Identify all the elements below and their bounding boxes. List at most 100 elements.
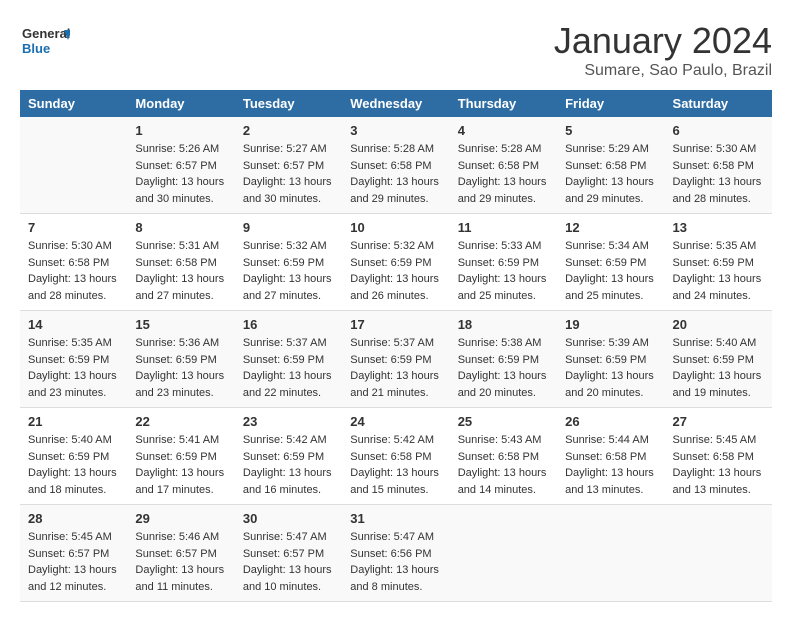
day-info: Sunrise: 5:34 AMSunset: 6:59 PMDaylight:… bbox=[565, 238, 656, 304]
day-info: Sunrise: 5:35 AMSunset: 6:59 PMDaylight:… bbox=[673, 238, 764, 304]
day-info: Sunrise: 5:47 AMSunset: 6:56 PMDaylight:… bbox=[350, 529, 441, 595]
day-info: Sunrise: 5:27 AMSunset: 6:57 PMDaylight:… bbox=[243, 141, 334, 207]
day-number: 24 bbox=[350, 414, 441, 429]
day-number: 7 bbox=[28, 220, 119, 235]
day-info: Sunrise: 5:36 AMSunset: 6:59 PMDaylight:… bbox=[135, 335, 226, 401]
day-cell-17: 17Sunrise: 5:37 AMSunset: 6:59 PMDayligh… bbox=[342, 311, 449, 408]
day-number: 14 bbox=[28, 317, 119, 332]
day-cell-26: 26 Sunrise: 5:44 AMSunset: 6:58 PMDayligh… bbox=[557, 408, 664, 505]
header-cell-sunday: Sunday bbox=[20, 90, 127, 117]
day-info: Sunrise: 5:37 AMSunset: 6:59 PMDaylight:… bbox=[243, 335, 334, 401]
header-row: SundayMondayTuesdayWednesdayThursdayFrid… bbox=[20, 90, 772, 117]
day-info: Sunrise: 5:32 AMSunset: 6:59 PMDaylight:… bbox=[243, 238, 334, 304]
day-info: Sunrise: 5:30 AMSunset: 6:58 PMDaylight:… bbox=[673, 141, 764, 207]
day-cell-1: 1 Sunrise: 5:26 AMSunset: 6:57 PMDaylight… bbox=[127, 117, 234, 214]
month-title: January 2024 bbox=[554, 20, 772, 62]
day-number: 8 bbox=[135, 220, 226, 235]
day-info: Sunrise: 5:40 AMSunset: 6:59 PMDaylight:… bbox=[28, 432, 119, 498]
svg-text:General: General bbox=[22, 26, 70, 41]
day-info: Sunrise: 5:29 AMSunset: 6:58 PMDaylight:… bbox=[565, 141, 656, 207]
day-number: 10 bbox=[350, 220, 441, 235]
day-cell-22: 22 Sunrise: 5:41 AMSunset: 6:59 PMDayligh… bbox=[127, 408, 234, 505]
day-number: 1 bbox=[135, 123, 226, 138]
week-row-4: 21 Sunrise: 5:40 AMSunset: 6:59 PMDayligh… bbox=[20, 408, 772, 505]
logo-svg: General Blue bbox=[20, 20, 70, 65]
day-number: 15 bbox=[135, 317, 226, 332]
day-cell-4: 4 Sunrise: 5:28 AMSunset: 6:58 PMDaylight… bbox=[450, 117, 557, 214]
day-number: 28 bbox=[28, 511, 119, 526]
day-number: 20 bbox=[673, 317, 764, 332]
header-cell-thursday: Thursday bbox=[450, 90, 557, 117]
day-cell-21: 21 Sunrise: 5:40 AMSunset: 6:59 PMDayligh… bbox=[20, 408, 127, 505]
logo: General Blue bbox=[20, 20, 70, 65]
day-number: 12 bbox=[565, 220, 656, 235]
day-cell-11: 11 Sunrise: 5:33 AMSunset: 6:59 PMDayligh… bbox=[450, 214, 557, 311]
day-info: Sunrise: 5:37 AMSunset: 6:59 PMDaylight:… bbox=[350, 335, 441, 401]
day-number: 6 bbox=[673, 123, 764, 138]
day-info: Sunrise: 5:43 AMSunset: 6:58 PMDaylight:… bbox=[458, 432, 549, 498]
day-number: 16 bbox=[243, 317, 334, 332]
day-cell-18: 18Sunrise: 5:38 AMSunset: 6:59 PMDayligh… bbox=[450, 311, 557, 408]
header-cell-friday: Friday bbox=[557, 90, 664, 117]
day-info: Sunrise: 5:41 AMSunset: 6:59 PMDaylight:… bbox=[135, 432, 226, 498]
day-cell-5: 5 Sunrise: 5:29 AMSunset: 6:58 PMDaylight… bbox=[557, 117, 664, 214]
day-number: 19 bbox=[565, 317, 656, 332]
day-info: Sunrise: 5:45 AMSunset: 6:58 PMDaylight:… bbox=[673, 432, 764, 498]
day-info: Sunrise: 5:47 AMSunset: 6:57 PMDaylight:… bbox=[243, 529, 334, 595]
day-info: Sunrise: 5:42 AMSunset: 6:59 PMDaylight:… bbox=[243, 432, 334, 498]
day-cell-30: 30 Sunrise: 5:47 AMSunset: 6:57 PMDayligh… bbox=[235, 505, 342, 602]
day-number: 25 bbox=[458, 414, 549, 429]
day-cell-3: 3Sunrise: 5:28 AMSunset: 6:58 PMDaylight… bbox=[342, 117, 449, 214]
day-cell-empty bbox=[450, 505, 557, 602]
day-cell-9: 9 Sunrise: 5:32 AMSunset: 6:59 PMDaylight… bbox=[235, 214, 342, 311]
day-cell-empty bbox=[557, 505, 664, 602]
day-cell-7: 7 Sunrise: 5:30 AMSunset: 6:58 PMDaylight… bbox=[20, 214, 127, 311]
day-number: 30 bbox=[243, 511, 334, 526]
day-cell-19: 19Sunrise: 5:39 AMSunset: 6:59 PMDayligh… bbox=[557, 311, 664, 408]
day-number: 4 bbox=[458, 123, 549, 138]
day-number: 31 bbox=[350, 511, 441, 526]
header-cell-tuesday: Tuesday bbox=[235, 90, 342, 117]
day-info: Sunrise: 5:31 AMSunset: 6:58 PMDaylight:… bbox=[135, 238, 226, 304]
day-info: Sunrise: 5:42 AMSunset: 6:58 PMDaylight:… bbox=[350, 432, 441, 498]
svg-text:Blue: Blue bbox=[22, 41, 50, 56]
day-info: Sunrise: 5:28 AMSunset: 6:58 PMDaylight:… bbox=[458, 141, 549, 207]
header-cell-monday: Monday bbox=[127, 90, 234, 117]
day-cell-2: 2Sunrise: 5:27 AMSunset: 6:57 PMDaylight… bbox=[235, 117, 342, 214]
day-number: 9 bbox=[243, 220, 334, 235]
day-cell-23: 23 Sunrise: 5:42 AMSunset: 6:59 PMDayligh… bbox=[235, 408, 342, 505]
day-info: Sunrise: 5:44 AMSunset: 6:58 PMDaylight:… bbox=[565, 432, 656, 498]
day-number: 27 bbox=[673, 414, 764, 429]
calendar-table: SundayMondayTuesdayWednesdayThursdayFrid… bbox=[20, 90, 772, 602]
day-number: 5 bbox=[565, 123, 656, 138]
day-number: 23 bbox=[243, 414, 334, 429]
day-number: 11 bbox=[458, 220, 549, 235]
day-cell-20: 20Sunrise: 5:40 AMSunset: 6:59 PMDayligh… bbox=[665, 311, 772, 408]
day-cell-10: 10 Sunrise: 5:32 AMSunset: 6:59 PMDayligh… bbox=[342, 214, 449, 311]
day-number: 21 bbox=[28, 414, 119, 429]
day-cell-14: 14 Sunrise: 5:35 AMSunset: 6:59 PMDayligh… bbox=[20, 311, 127, 408]
day-cell-16: 16 Sunrise: 5:37 AMSunset: 6:59 PMDayligh… bbox=[235, 311, 342, 408]
day-info: Sunrise: 5:45 AMSunset: 6:57 PMDaylight:… bbox=[28, 529, 119, 595]
day-number: 29 bbox=[135, 511, 226, 526]
day-info: Sunrise: 5:35 AMSunset: 6:59 PMDaylight:… bbox=[28, 335, 119, 401]
day-cell-8: 8 Sunrise: 5:31 AMSunset: 6:58 PMDaylight… bbox=[127, 214, 234, 311]
title-area: January 2024 Sumare, Sao Paulo, Brazil bbox=[554, 20, 772, 80]
day-info: Sunrise: 5:32 AMSunset: 6:59 PMDaylight:… bbox=[350, 238, 441, 304]
day-number: 26 bbox=[565, 414, 656, 429]
day-info: Sunrise: 5:38 AMSunset: 6:59 PMDaylight:… bbox=[458, 335, 549, 401]
subtitle: Sumare, Sao Paulo, Brazil bbox=[554, 62, 772, 80]
day-cell-31: 31 Sunrise: 5:47 AMSunset: 6:56 PMDayligh… bbox=[342, 505, 449, 602]
day-info: Sunrise: 5:26 AMSunset: 6:57 PMDaylight:… bbox=[135, 141, 226, 207]
day-info: Sunrise: 5:46 AMSunset: 6:57 PMDaylight:… bbox=[135, 529, 226, 595]
day-info: Sunrise: 5:33 AMSunset: 6:59 PMDaylight:… bbox=[458, 238, 549, 304]
week-row-3: 14 Sunrise: 5:35 AMSunset: 6:59 PMDayligh… bbox=[20, 311, 772, 408]
week-row-2: 7 Sunrise: 5:30 AMSunset: 6:58 PMDaylight… bbox=[20, 214, 772, 311]
day-cell-6: 6 Sunrise: 5:30 AMSunset: 6:58 PMDaylight… bbox=[665, 117, 772, 214]
day-number: 22 bbox=[135, 414, 226, 429]
day-cell-15: 15 Sunrise: 5:36 AMSunset: 6:59 PMDayligh… bbox=[127, 311, 234, 408]
week-row-1: 1 Sunrise: 5:26 AMSunset: 6:57 PMDaylight… bbox=[20, 117, 772, 214]
header-cell-saturday: Saturday bbox=[665, 90, 772, 117]
day-info: Sunrise: 5:30 AMSunset: 6:58 PMDaylight:… bbox=[28, 238, 119, 304]
day-info: Sunrise: 5:28 AMSunset: 6:58 PMDaylight:… bbox=[350, 141, 441, 207]
